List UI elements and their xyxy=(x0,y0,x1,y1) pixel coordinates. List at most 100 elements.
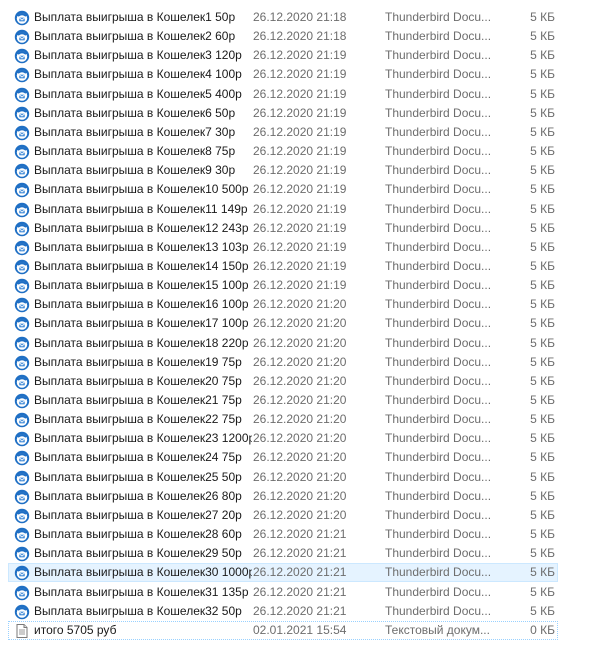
file-row[interactable]: Выплата выигрыша в Кошелек24 75р 26.12.20… xyxy=(8,448,558,467)
file-name: Выплата выигрыша в Кошелек19 75р xyxy=(34,354,242,369)
file-row[interactable]: Выплата выигрыша в Кошелек23 1200р 26.12.… xyxy=(8,429,558,448)
file-row[interactable]: Выплата выигрыша в Кошелек1 50р 26.12.202… xyxy=(8,8,558,27)
file-date-modified: 26.12.2020 21:19 xyxy=(253,105,347,120)
file-name: Выплата выигрыша в Кошелек11 149р xyxy=(34,201,248,216)
file-type: Thunderbird Docu... xyxy=(385,603,492,618)
thunderbird-doc-icon xyxy=(14,412,30,428)
file-row[interactable]: Выплата выигрыша в Кошелек17 100р 26.12.2… xyxy=(8,314,558,333)
file-name: Выплата выигрыша в Кошелек30 1000р xyxy=(34,565,252,580)
file-name: Выплата выигрыша в Кошелек13 103р xyxy=(34,239,249,254)
thunderbird-doc-icon xyxy=(14,144,30,160)
file-name: Выплата выигрыша в Кошелек28 60р xyxy=(34,527,242,542)
file-date-modified: 26.12.2020 21:21 xyxy=(253,584,347,599)
file-name: Выплата выигрыша в Кошелек23 1200р xyxy=(34,431,252,446)
file-row[interactable]: Выплата выигрыша в Кошелек9 30р 26.12.202… xyxy=(8,161,558,180)
file-type: Thunderbird Docu... xyxy=(385,10,492,24)
thunderbird-doc-icon xyxy=(14,565,30,581)
thunderbird-doc-icon xyxy=(14,297,30,313)
file-row[interactable]: Выплата выигрыша в Кошелек3 120р 26.12.20… xyxy=(8,46,558,65)
file-row[interactable]: Выплата выигрыша в Кошелек19 75р 26.12.20… xyxy=(8,353,558,372)
file-size: 0 КБ xyxy=(530,622,555,637)
file-date-modified: 26.12.2020 21:21 xyxy=(253,527,347,542)
thunderbird-doc-icon xyxy=(14,202,30,218)
file-size: 5 КБ xyxy=(530,316,555,331)
file-row[interactable]: Выплата выигрыша в Кошелек16 100р 26.12.2… xyxy=(8,295,558,314)
file-size: 5 КБ xyxy=(530,603,555,618)
file-name: Выплата выигрыша в Кошелек16 100р xyxy=(34,297,249,312)
file-type: Thunderbird Docu... xyxy=(385,316,492,331)
file-size: 5 КБ xyxy=(530,48,555,63)
file-name: Выплата выигрыша в Кошелек1 50р xyxy=(34,10,236,24)
file-row[interactable]: Выплата выигрыша в Кошелек6 50р 26.12.202… xyxy=(8,104,558,123)
file-size: 5 КБ xyxy=(530,278,555,293)
file-row[interactable]: Выплата выигрыша в Кошелек15 100р 26.12.2… xyxy=(8,276,558,295)
file-date-modified: 26.12.2020 21:20 xyxy=(253,488,347,503)
file-row[interactable]: Выплата выигрыша в Кошелек18 220р 26.12.2… xyxy=(8,334,558,353)
file-date-modified: 26.12.2020 21:21 xyxy=(253,603,347,618)
file-size: 5 КБ xyxy=(530,527,555,542)
thunderbird-doc-icon xyxy=(14,278,30,294)
file-type: Thunderbird Docu... xyxy=(385,488,492,503)
file-row[interactable]: Выплата выигрыша в Кошелек12 243р 26.12.2… xyxy=(8,219,558,238)
file-type: Thunderbird Docu... xyxy=(385,239,492,254)
file-name: Выплата выигрыша в Кошелек31 135р xyxy=(34,584,249,599)
file-row[interactable]: Выплата выигрыша в Кошелек29 50р 26.12.20… xyxy=(8,544,558,563)
file-size: 5 КБ xyxy=(530,182,555,197)
file-row[interactable]: Выплата выигрыша в Кошелек32 50р 26.12.20… xyxy=(8,602,558,621)
file-type: Thunderbird Docu... xyxy=(385,124,492,139)
file-row[interactable]: Выплата выигрыша в Кошелек4 100р 26.12.20… xyxy=(8,65,558,84)
file-row[interactable]: Выплата выигрыша в Кошелек27 20р 26.12.20… xyxy=(8,506,558,525)
file-size: 5 КБ xyxy=(530,412,555,427)
file-row[interactable]: Выплата выигрыша в Кошелек30 1000р 26.12.… xyxy=(8,563,558,583)
file-date-modified: 26.12.2020 21:19 xyxy=(253,86,347,101)
file-type: Thunderbird Docu... xyxy=(385,86,492,101)
file-date-modified: 26.12.2020 21:18 xyxy=(253,29,347,44)
file-type: Thunderbird Docu... xyxy=(385,546,492,561)
file-row[interactable]: Выплата выигрыша в Кошелек10 500р 26.12.2… xyxy=(8,180,558,199)
file-row[interactable]: Выплата выигрыша в Кошелек7 30р 26.12.202… xyxy=(8,123,558,142)
file-date-modified: 26.12.2020 21:18 xyxy=(253,10,347,24)
file-name: итого 5705 руб xyxy=(34,622,117,637)
file-date-modified: 26.12.2020 21:21 xyxy=(253,546,347,561)
file-type: Thunderbird Docu... xyxy=(385,565,492,580)
file-size: 5 КБ xyxy=(530,373,555,388)
file-type: Thunderbird Docu... xyxy=(385,220,492,235)
file-name: Выплата выигрыша в Кошелек17 100р xyxy=(34,316,249,331)
file-row[interactable]: Выплата выигрыша в Кошелек22 75р 26.12.20… xyxy=(8,410,558,429)
file-row[interactable]: Выплата выигрыша в Кошелек20 75р 26.12.20… xyxy=(8,372,558,391)
file-row[interactable]: Выплата выигрыша в Кошелек5 400р 26.12.20… xyxy=(8,85,558,104)
file-row[interactable]: Выплата выигрыша в Кошелек21 75р 26.12.20… xyxy=(8,391,558,410)
file-date-modified: 26.12.2020 21:19 xyxy=(253,67,347,82)
thunderbird-doc-icon xyxy=(14,87,30,103)
file-size: 5 КБ xyxy=(530,220,555,235)
file-date-modified: 26.12.2020 21:20 xyxy=(253,354,347,369)
file-row[interactable]: Выплата выигрыша в Кошелек2 60р 26.12.202… xyxy=(8,27,558,46)
file-row[interactable]: Выплата выигрыша в Кошелек13 103р 26.12.2… xyxy=(8,238,558,257)
thunderbird-doc-icon xyxy=(14,29,30,45)
file-size: 5 КБ xyxy=(530,565,555,580)
file-type: Thunderbird Docu... xyxy=(385,527,492,542)
file-type: Thunderbird Docu... xyxy=(385,584,492,599)
file-row[interactable]: Выплата выигрыша в Кошелек11 149р 26.12.2… xyxy=(8,200,558,219)
file-size: 5 КБ xyxy=(530,105,555,120)
thunderbird-doc-icon xyxy=(14,374,30,390)
file-row[interactable]: Выплата выигрыша в Кошелек14 150р 26.12.2… xyxy=(8,257,558,276)
file-date-modified: 26.12.2020 21:19 xyxy=(253,239,347,254)
file-name: Выплата выигрыша в Кошелек22 75р xyxy=(34,412,242,427)
file-name: Выплата выигрыша в Кошелек32 50р xyxy=(34,603,242,618)
file-date-modified: 26.12.2020 21:19 xyxy=(253,182,347,197)
file-row[interactable]: Выплата выигрыша в Кошелек26 80р 26.12.20… xyxy=(8,487,558,506)
file-row[interactable]: итого 5705 руб 02.01.2021 15:54 Текстовый … xyxy=(8,620,558,640)
file-row[interactable]: Выплата выигрыша в Кошелек25 50р 26.12.20… xyxy=(8,468,558,487)
file-size: 5 КБ xyxy=(530,86,555,101)
file-name: Выплата выигрыша в Кошелек5 400р xyxy=(34,86,242,101)
thunderbird-doc-icon xyxy=(14,259,30,275)
file-row[interactable]: Выплата выигрыша в Кошелек8 75р 26.12.202… xyxy=(8,142,558,161)
file-size: 5 КБ xyxy=(530,393,555,407)
file-size: 5 КБ xyxy=(530,163,555,178)
file-size: 5 КБ xyxy=(530,297,555,312)
file-type: Thunderbird Docu... xyxy=(385,278,492,293)
file-row[interactable]: Выплата выигрыша в Кошелек28 60р 26.12.20… xyxy=(8,525,558,544)
file-row[interactable]: Выплата выигрыша в Кошелек31 135р 26.12.2… xyxy=(8,583,558,602)
file-date-modified: 26.12.2020 21:20 xyxy=(253,507,347,522)
